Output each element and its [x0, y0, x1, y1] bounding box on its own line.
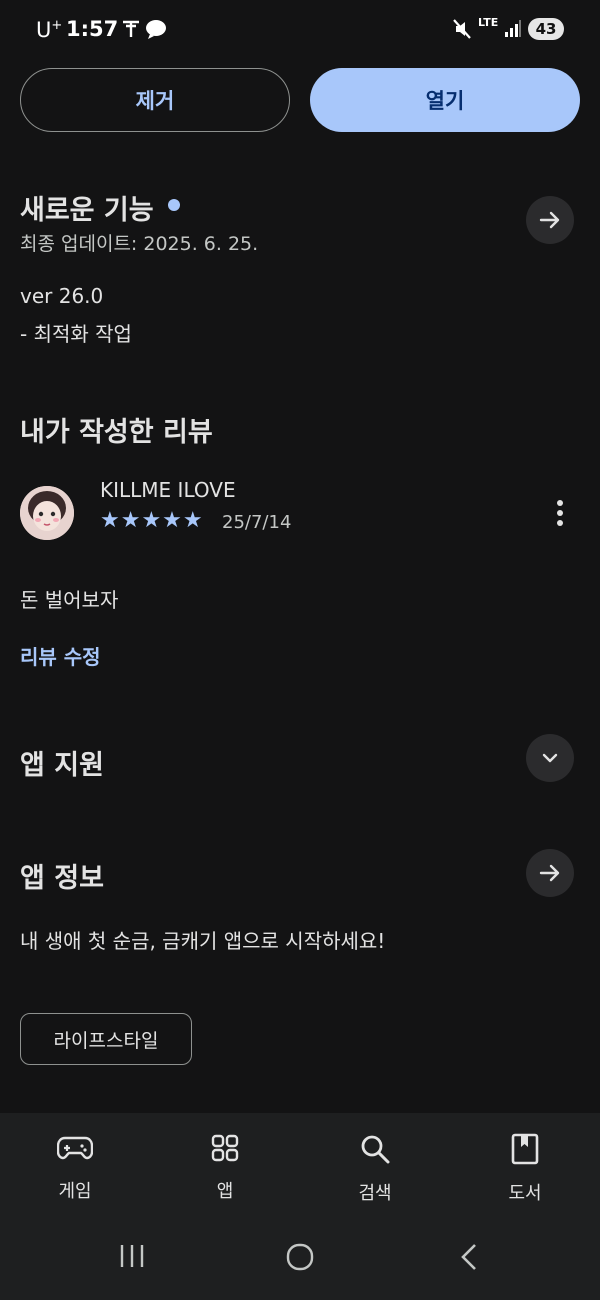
search-icon: [361, 1135, 390, 1164]
nav-books-label: 도서: [508, 1183, 542, 1204]
gamepad-icon: [56, 1136, 94, 1160]
edit-review-link[interactable]: 리뷰 수정: [20, 641, 101, 670]
nav-books[interactable]: 도서: [465, 1133, 585, 1205]
app-support-expand-button[interactable]: [526, 734, 574, 782]
category-chip[interactable]: 라이프스타일: [20, 1013, 192, 1065]
signal-icon: [504, 18, 522, 42]
review-author: KILLME ILOVE: [100, 478, 236, 502]
star-rating: ★★★★★: [100, 508, 204, 533]
my-review-title: 내가 작성한 리뷰: [20, 417, 213, 448]
home-circle-icon: [286, 1243, 314, 1271]
more-options-button[interactable]: [546, 496, 574, 532]
review-text: 돈 벌어보자: [20, 588, 119, 612]
app-info-title: 앱 정보: [20, 863, 104, 894]
last-updated-text: 최종 업데이트: 2025. 6. 25.: [20, 233, 259, 255]
chevron-down-icon: [542, 753, 558, 763]
carrier-label: U+: [36, 18, 63, 42]
app-info-arrow-button[interactable]: [526, 849, 574, 897]
chat-bubble-icon: [144, 18, 168, 44]
remove-button[interactable]: 제거: [20, 68, 290, 132]
app-support-title: 앱 지원: [20, 750, 104, 781]
avatar: [20, 486, 74, 540]
nav-apps[interactable]: 앱: [165, 1133, 285, 1203]
lte-indicator: LTE: [478, 16, 499, 29]
bottom-navigation: 게임 앱 검색 도서: [0, 1113, 600, 1300]
recent-apps-icon: [120, 1245, 144, 1267]
book-icon: [511, 1133, 539, 1165]
version-text: ver 26.0: [20, 284, 104, 308]
mute-icon: [452, 18, 472, 44]
nav-games-label: 게임: [58, 1181, 92, 1202]
new-indicator-dot: [168, 199, 180, 211]
whats-new-arrow-button[interactable]: [526, 196, 574, 244]
app-description: 내 생애 첫 순금, 금캐기 앱으로 시작하세요!: [20, 929, 386, 953]
more-vert-icon: [557, 500, 563, 526]
recent-apps-button[interactable]: [118, 1243, 146, 1273]
back-button[interactable]: [458, 1243, 480, 1275]
t-app-icon: [120, 18, 142, 44]
home-button[interactable]: [285, 1243, 315, 1275]
battery-indicator: 43: [528, 18, 564, 40]
nav-apps-label: 앱: [216, 1181, 234, 1202]
apps-grid-icon: [211, 1134, 239, 1162]
nav-search[interactable]: 검색: [315, 1133, 435, 1205]
release-notes-text: - 최적화 작업: [20, 322, 132, 346]
clock: 1:57: [66, 17, 119, 41]
review-date: 25/7/14: [222, 512, 292, 533]
nav-search-label: 검색: [358, 1183, 392, 1204]
status-bar: U+ 1:57 LTE 43: [0, 0, 600, 60]
whats-new-title: 새로운 기능: [20, 195, 154, 226]
open-button[interactable]: 열기: [310, 68, 580, 132]
arrow-right-icon: [539, 864, 560, 882]
arrow-right-icon: [539, 211, 560, 229]
nav-games[interactable]: 게임: [15, 1133, 135, 1203]
back-chevron-icon: [461, 1244, 476, 1270]
